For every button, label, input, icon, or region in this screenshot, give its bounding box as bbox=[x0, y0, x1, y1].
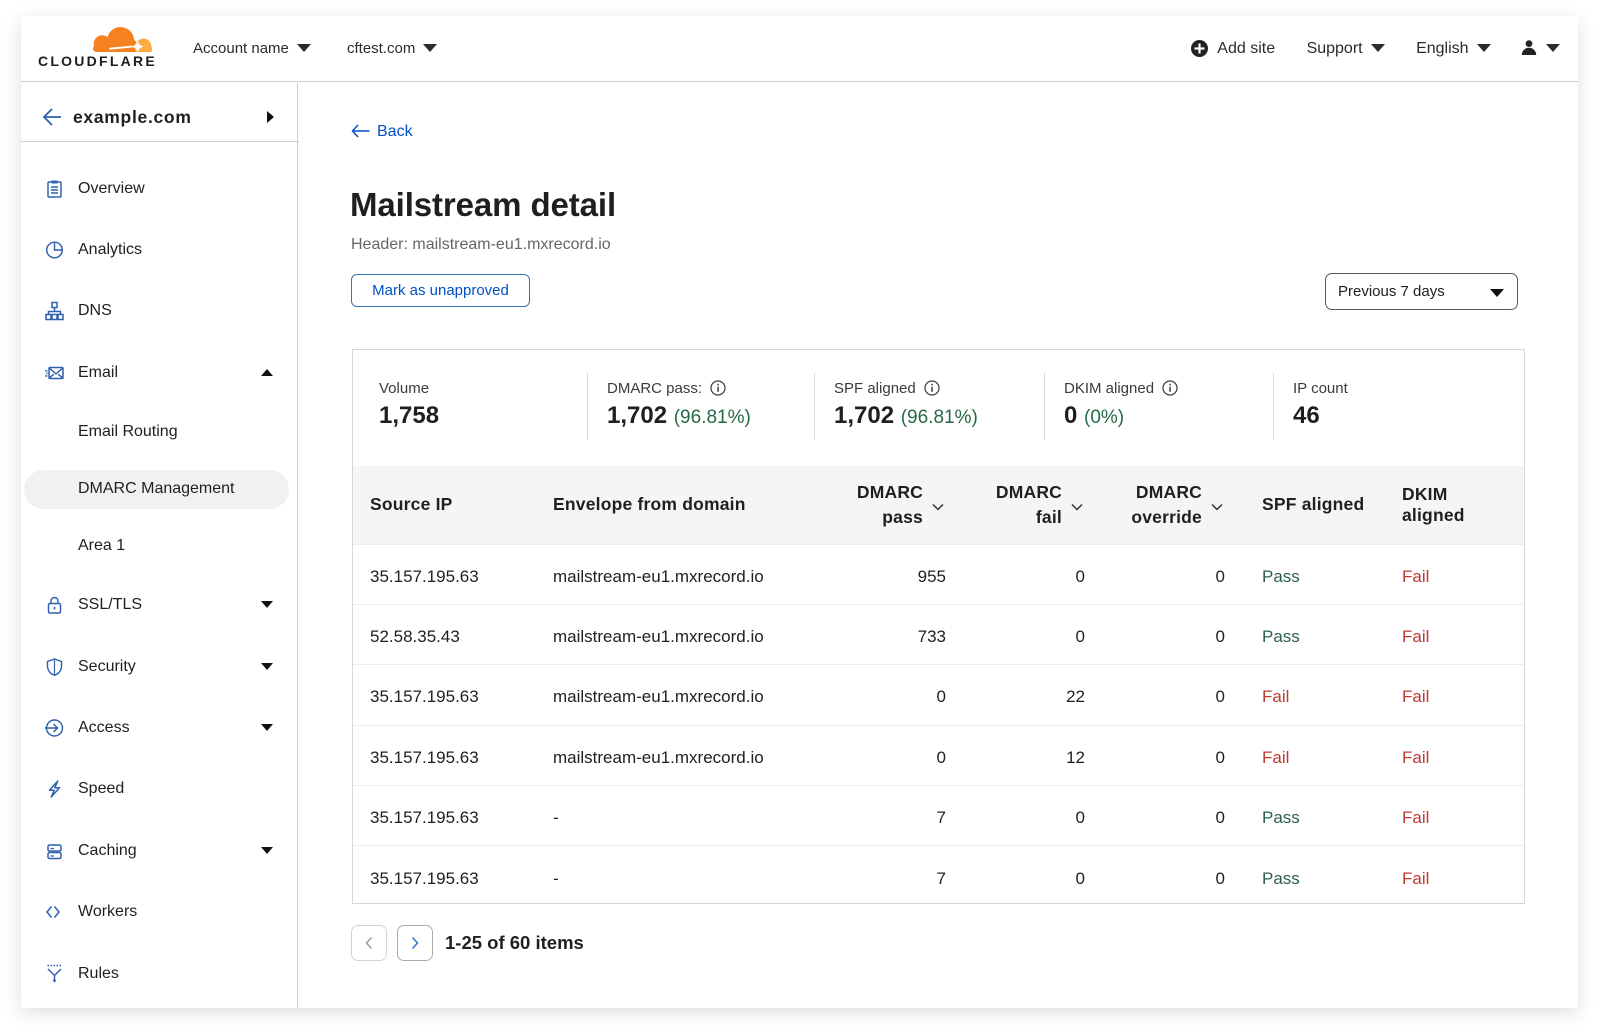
svg-text:CLOUDFLARE: CLOUDFLARE bbox=[38, 53, 157, 69]
